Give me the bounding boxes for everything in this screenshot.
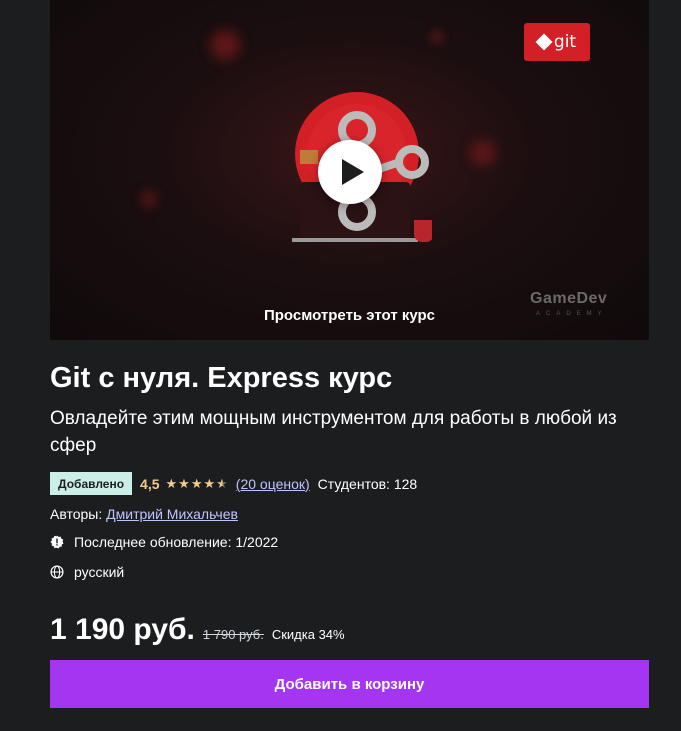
price-row: 1 190 руб. 1 790 руб. Скидка 34% <box>50 613 345 647</box>
star-icon: ★ <box>190 475 203 491</box>
background-glow <box>140 190 158 208</box>
brand-logo: GameDev <box>530 290 608 307</box>
reviews-link[interactable]: (20 оценок) <box>236 476 310 492</box>
course-preview[interactable]: git GameDev ACADEMY Просмотреть этот кур… <box>50 0 649 340</box>
background-glow <box>470 140 496 166</box>
git-logo-text: git <box>553 32 577 52</box>
language-row: русский <box>50 564 124 580</box>
language-text: русский <box>74 564 125 580</box>
course-title: Git с нуля. Express курс <box>50 362 393 394</box>
old-price: 1 790 руб. <box>202 627 264 642</box>
play-icon <box>342 159 364 185</box>
discount-label: Скидка 34% <box>271 627 345 642</box>
author-link[interactable]: Дмитрий Михальчев <box>106 506 238 522</box>
current-price: 1 190 руб. <box>50 613 195 646</box>
star-icon: ★ <box>165 475 178 491</box>
star-icon: ★ <box>178 475 190 491</box>
rating-value: 4,5 <box>140 475 160 492</box>
preview-caption[interactable]: Просмотреть этот курс <box>50 307 649 324</box>
last-updated-text: Последнее обновление: 1/2022 <box>74 534 279 550</box>
rating-row: Добавлено 4,5 ★ ★ ★ ★ ★ (20 оценок) Студ… <box>50 472 417 495</box>
git-logo: git <box>524 23 590 61</box>
background-glow <box>210 30 240 60</box>
authors-label: Авторы: <box>50 506 103 522</box>
half-star-icon: ★ <box>216 475 228 491</box>
alert-badge-icon <box>50 535 64 549</box>
students-count: Студентов: 128 <box>317 475 418 492</box>
status-badge: Добавлено <box>50 472 133 495</box>
course-subtitle: Овладейте этим мощным инструментом для р… <box>50 408 617 456</box>
add-to-cart-button[interactable]: Добавить в корзину <box>50 660 649 708</box>
play-button[interactable] <box>318 140 382 204</box>
authors-row: Авторы: Дмитрий Михальчев <box>50 506 238 522</box>
git-diamond-icon <box>535 33 553 51</box>
globe-icon <box>50 565 64 579</box>
star-icon: ★ <box>203 475 216 491</box>
background-glow <box>430 30 444 44</box>
rating-stars: ★ ★ ★ ★ ★ <box>166 476 228 492</box>
last-updated-row: Последнее обновление: 1/2022 <box>50 534 278 550</box>
